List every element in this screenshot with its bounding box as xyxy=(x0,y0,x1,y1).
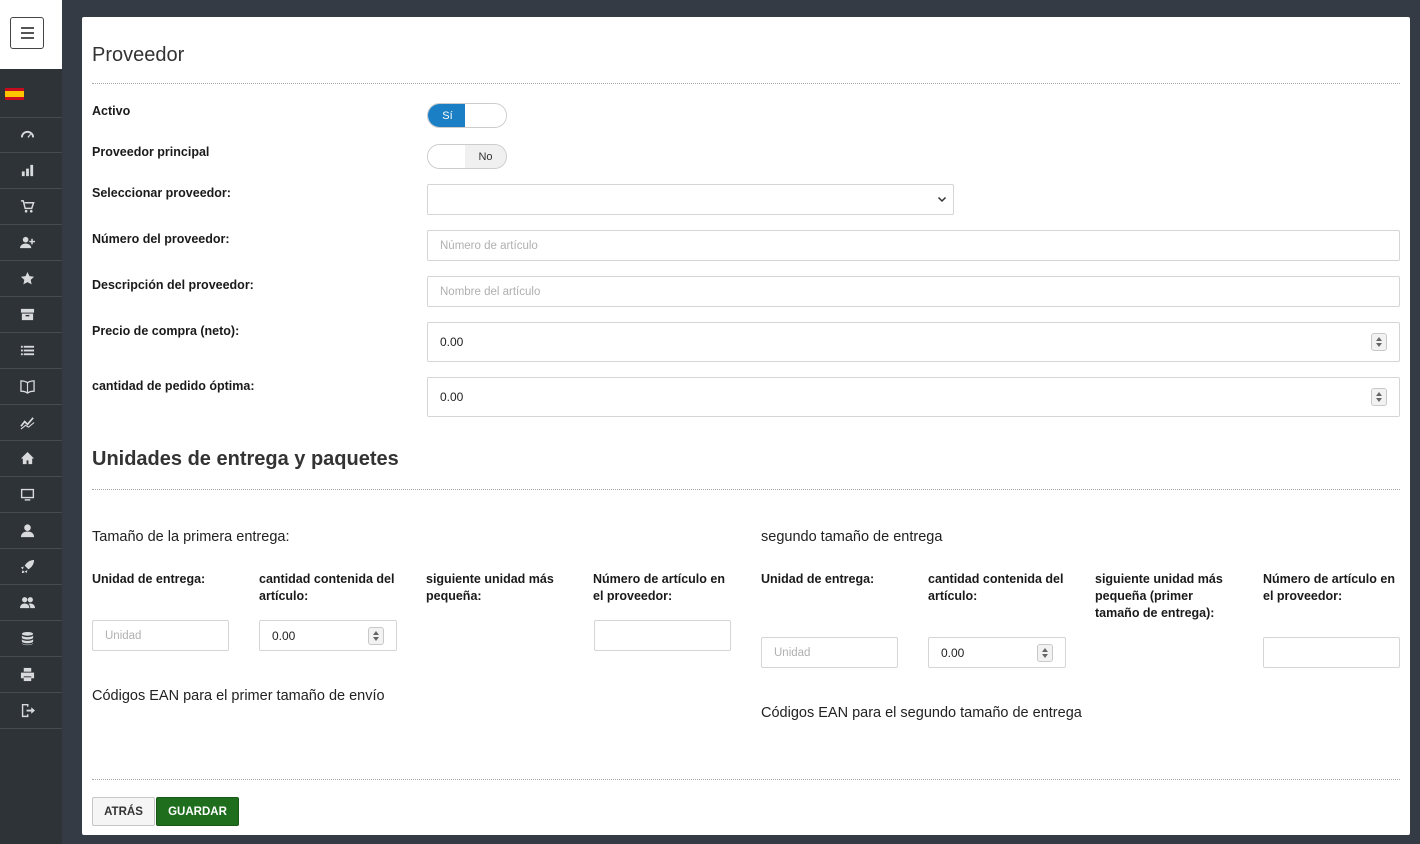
activo-toggle[interactable]: Sí xyxy=(427,103,507,128)
sidebar-item-analytics[interactable] xyxy=(0,405,62,441)
sidebar-item-catalog[interactable] xyxy=(0,369,62,405)
second-delivery-title: segundo tamaño de entrega xyxy=(761,529,943,545)
sidebar-item-list[interactable] xyxy=(0,333,62,369)
supplier-number-input[interactable]: Número de artículo xyxy=(427,230,1400,261)
principal-toggle[interactable]: No xyxy=(427,144,507,169)
second-unit-input[interactable]: Unidad xyxy=(761,637,898,668)
sidebar-item-display[interactable] xyxy=(0,477,62,513)
sidebar-item-orders[interactable] xyxy=(0,189,62,225)
book-icon xyxy=(20,380,35,394)
first-qty-input[interactable]: 0.00 xyxy=(259,620,397,651)
supplier-number-label: Número del proveedor: xyxy=(92,232,230,246)
select-supplier-dropdown[interactable] xyxy=(427,184,954,215)
sidebar-item-statistics[interactable] xyxy=(0,153,62,189)
supplier-panel: Proveedor Activo Sí Proveedor principal … xyxy=(82,17,1410,835)
optimal-quantity-label: cantidad de pedido óptima: xyxy=(92,379,255,393)
divider xyxy=(92,83,1400,84)
second-artnum-input[interactable] xyxy=(1263,637,1400,668)
user-icon xyxy=(20,524,35,538)
optimal-quantity-stepper[interactable] xyxy=(1371,388,1387,406)
sidebar-menu xyxy=(0,117,62,729)
spain-flag-icon[interactable] xyxy=(5,88,24,100)
supplier-description-label: Descripción del proveedor: xyxy=(92,278,254,292)
rocket-icon xyxy=(20,559,35,574)
divider xyxy=(92,489,1400,490)
archive-icon xyxy=(20,308,35,321)
supplier-description-input[interactable]: Nombre del artículo xyxy=(427,276,1400,307)
sidebar-item-print[interactable] xyxy=(0,657,62,693)
chevron-down-icon xyxy=(937,196,947,203)
second-unit-label: Unidad de entrega: xyxy=(761,572,875,586)
database-icon xyxy=(21,631,34,646)
hamburger-icon[interactable] xyxy=(10,17,44,49)
dashboard-icon xyxy=(20,130,35,138)
logout-icon xyxy=(21,703,35,718)
star-icon xyxy=(20,271,35,285)
sidebar-item-database[interactable] xyxy=(0,621,62,657)
sidebar-item-user[interactable] xyxy=(0,513,62,549)
purchase-price-input[interactable]: 0.00 xyxy=(427,322,1400,362)
first-ean-title: Códigos EAN para el primer tamaño de env… xyxy=(92,688,385,704)
second-artnum-label: Número de artículo en el proveedor: xyxy=(1263,572,1395,603)
principal-toggle-off: No xyxy=(465,145,506,168)
sidebar-item-favorites[interactable] xyxy=(0,261,62,297)
cart-icon xyxy=(20,200,35,213)
home-icon xyxy=(20,451,35,465)
select-supplier-label: Seleccionar proveedor: xyxy=(92,186,231,200)
sidebar-item-dashboard[interactable] xyxy=(0,117,62,153)
sidebar-item-logout[interactable] xyxy=(0,693,62,729)
second-qty-input[interactable]: 0.00 xyxy=(928,637,1066,668)
sidebar-item-home[interactable] xyxy=(0,441,62,477)
save-button[interactable]: GUARDAR xyxy=(156,797,239,826)
first-unit-label: Unidad de entrega: xyxy=(92,572,206,586)
first-qty-label: cantidad contenida del artículo: xyxy=(259,572,395,603)
bar-chart-icon xyxy=(21,164,34,177)
purchase-price-stepper[interactable] xyxy=(1371,333,1387,351)
second-qty-label: cantidad contenida del artículo: xyxy=(928,572,1064,603)
activo-toggle-on: Sí xyxy=(428,104,467,127)
add-user-icon xyxy=(20,236,35,249)
first-artnum-input[interactable] xyxy=(594,620,731,651)
sidebar-item-launch[interactable] xyxy=(0,549,62,585)
sidebar-item-archive[interactable] xyxy=(0,297,62,333)
print-icon xyxy=(20,667,35,682)
optimal-quantity-input[interactable]: 0.00 xyxy=(427,377,1400,417)
sidebar-header xyxy=(0,0,62,69)
sidebar xyxy=(0,0,62,844)
second-next-unit-label: siguiente unidad más pequeña (primer tam… xyxy=(1095,572,1223,620)
monitor-icon xyxy=(20,488,35,501)
second-ean-title: Códigos EAN para el segundo tamaño de en… xyxy=(761,705,1082,721)
divider xyxy=(92,779,1400,780)
first-next-unit-label: siguiente unidad más pequeña: xyxy=(426,572,554,603)
principal-label: Proveedor principal xyxy=(92,145,210,159)
first-delivery-title: Tamaño de la primera entrega: xyxy=(92,529,290,545)
delivery-section-title: Unidades de entrega y paquetes xyxy=(92,448,399,470)
first-unit-input[interactable]: Unidad xyxy=(92,620,229,651)
users-icon xyxy=(20,597,35,609)
second-qty-stepper[interactable] xyxy=(1037,643,1053,662)
chart-line-icon xyxy=(20,417,35,430)
first-qty-stepper[interactable] xyxy=(368,626,384,645)
sidebar-item-add-user[interactable] xyxy=(0,225,62,261)
back-button[interactable]: ATRÁS xyxy=(92,797,155,826)
activo-label: Activo xyxy=(92,104,131,118)
purchase-price-label: Precio de compra (neto): xyxy=(92,324,240,338)
sidebar-item-users[interactable] xyxy=(0,585,62,621)
page-title: Proveedor xyxy=(92,44,185,66)
list-icon xyxy=(20,345,35,356)
first-artnum-label: Número de artículo en el proveedor: xyxy=(593,572,725,603)
